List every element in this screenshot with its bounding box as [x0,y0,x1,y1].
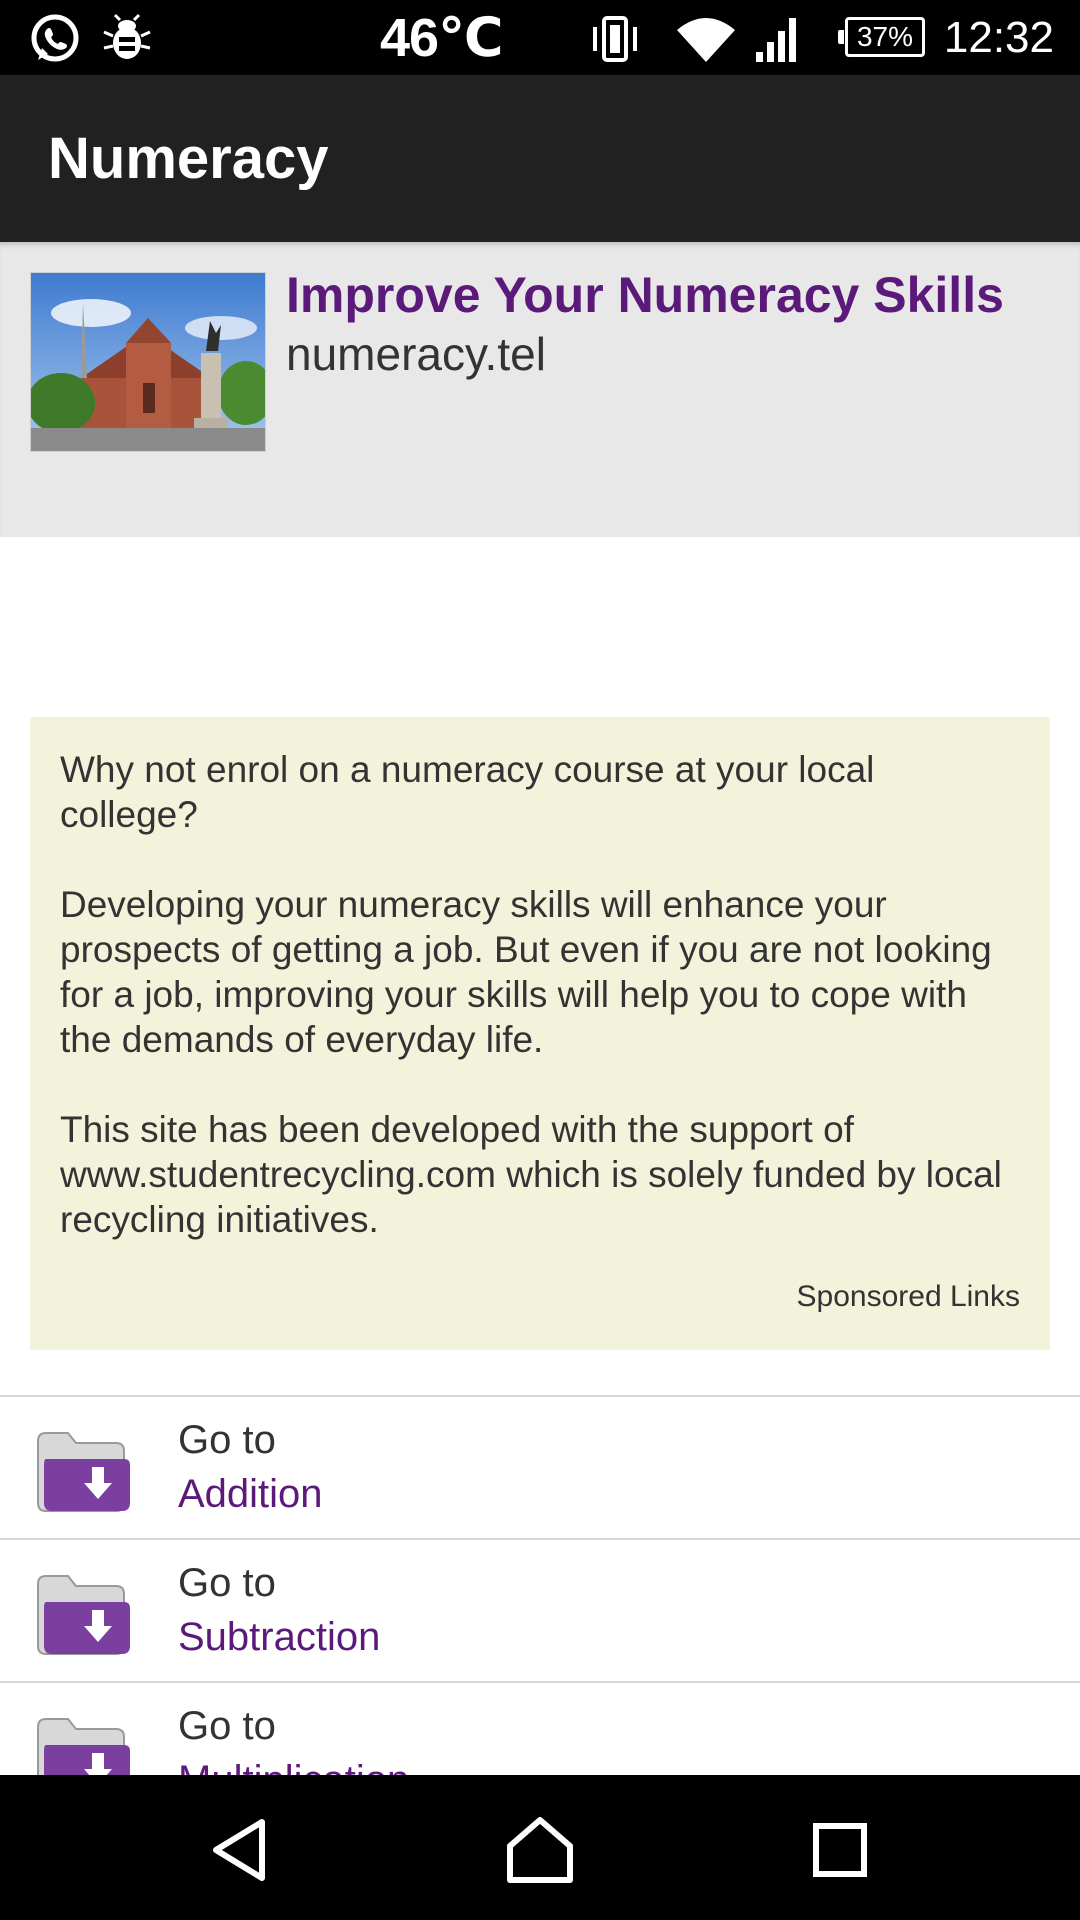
ad-title-link[interactable]: Improve Your Numeracy Skills [286,264,1004,326]
battery-icon: 37% [838,17,925,57]
list-item-link[interactable]: Addition [178,1469,323,1519]
whatsapp-icon [31,14,79,62]
folder-download-icon [37,1432,130,1512]
back-icon[interactable] [200,1810,280,1890]
list-item-prefix: Go to [178,1418,276,1462]
info-paragraph: Developing your numeracy skills will enh… [60,884,992,1060]
signal-icon [756,18,796,62]
list-item-subtraction[interactable]: Go to Subtraction [0,1538,1080,1681]
folder-download-icon [37,1575,130,1655]
status-bar: 46℃ 37% 12:32 [0,0,1080,75]
info-box: Why not enrol on a numeracy course at yo… [30,717,1050,1350]
app-title: Numeracy [48,126,329,191]
wifi-icon [677,18,735,62]
info-paragraph: Why not enrol on a numeracy course at yo… [60,749,875,835]
info-paragraph: This site has been developed with the su… [60,1109,1002,1240]
list-item-link[interactable]: Subtraction [178,1612,380,1662]
screen: 46℃ 37% 12:32 Numeracy Improve Your Nume… [0,0,1080,1920]
vibrate-icon [593,16,637,62]
recents-icon[interactable] [800,1810,880,1890]
bug-icon [103,13,151,59]
list-item-prefix: Go to [178,1704,276,1748]
ad-url: numeracy.tel [286,328,546,380]
list-item-prefix: Go to [178,1561,276,1605]
navigation-bar [0,1775,1080,1920]
ad-thumbnail-image[interactable] [30,272,266,452]
clock: 12:32 [943,13,1054,62]
ad-banner[interactable]: Improve Your Numeracy Skills numeracy.te… [0,242,1080,537]
sponsored-links-label: Sponsored Links [796,1280,1020,1313]
temperature: 46℃ [380,8,503,68]
list-item-addition[interactable]: Go to Addition [0,1395,1080,1538]
home-icon[interactable] [500,1810,580,1890]
topic-list: Go to Addition Go to Subtraction Go to M… [0,1395,1080,1824]
app-bar: Numeracy [0,75,1080,242]
